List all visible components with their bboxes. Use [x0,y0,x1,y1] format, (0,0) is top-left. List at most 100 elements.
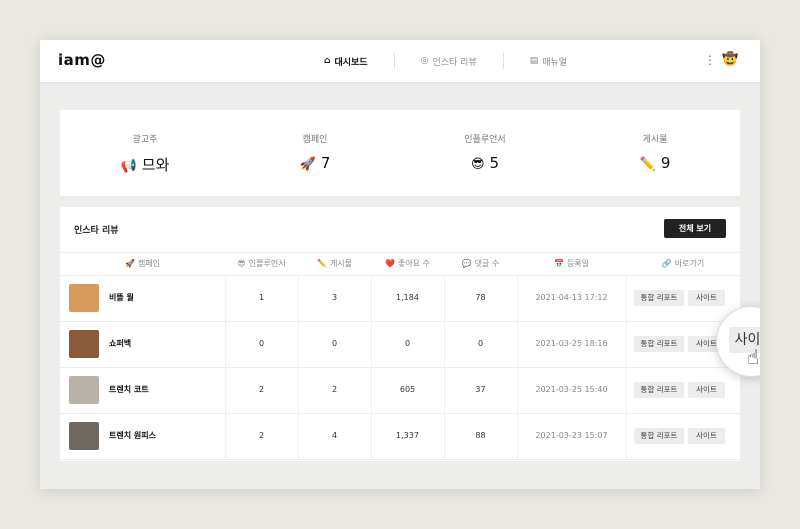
summary-card: 광고주 📢 므와 캠페인 🚀 7 인플루언서 😎 5 게시물 ✏️ 9 [60,110,740,196]
product-thumbnail[interactable] [69,376,99,404]
stat-value: 😎 5 [400,154,570,172]
calendar-icon: 📅 [553,259,564,268]
cell-comments: 88 [475,431,486,440]
cell-comments: 0 [477,339,484,348]
rocket-icon: 🚀 [124,259,135,268]
site-button[interactable]: 사이트 [688,428,725,444]
stat-number: 5 [489,154,500,172]
header-label: 게시물 [329,259,353,268]
view-all-button[interactable]: 전체 보기 [664,219,726,238]
stat-label: 게시물 [642,135,668,145]
hand-pointer-icon: ☝ [747,345,760,369]
top-bar: iam@ ⌂ 대시보드 ◎ 인스타 리뷰 ▤ 매뉴얼 ⋮ 🤠 [40,40,760,83]
table-row: 비뜰 뭘 1 3 1,184 78 2021-04-13 17:12 통합 리포트 사이트 [60,275,740,322]
stat-value: 🚀 7 [230,154,400,172]
home-icon: ⌂ [324,56,331,66]
sunglasses-icon: 😎 [237,259,246,268]
cell-likes: 0 [404,339,411,348]
header-label: 좋아요 수 [397,259,430,268]
link-icon: 🔗 [661,259,672,268]
logo[interactable]: iam@ [58,51,106,69]
nav-insta-review-label: 인스타 리뷰 [432,57,477,68]
cell-date: 2021-03-25 18:16 [535,339,608,348]
sunglasses-icon: 😎 [470,157,485,172]
report-button[interactable]: 통합 리포트 [634,336,684,352]
header-label: 캠페인 [137,259,161,268]
header-comments: 💬 댓글 수 [444,253,517,275]
main-nav: ⌂ 대시보드 ◎ 인스타 리뷰 ▤ 매뉴얼 [298,40,593,82]
stat-number: 9 [660,154,671,172]
pencil-icon: ✏️ [316,259,327,268]
heart-icon: ❤️ [385,259,395,268]
stat-influencer: 인플루언서 😎 5 [400,110,570,172]
table-header: 🚀 캠페인 😎 인플루언서 ✏️ 게시물 ❤️ 좋아요 수 💬 댓글 수 📅 등록일 🔗 바로… [60,252,740,276]
header-likes: ❤️ 좋아요 수 [371,253,444,275]
stat-advertiser: 광고주 📢 므와 [60,110,230,175]
stat-value: 📢 므와 [60,154,230,175]
cell-influencers: 2 [258,385,265,394]
stat-value: ✏️ 9 [570,154,740,172]
instagram-icon: ◎ [420,56,429,66]
pencil-icon: ✏️ [639,157,656,172]
cell-posts: 4 [331,431,338,440]
cell-posts: 0 [331,339,338,348]
header-date: 📅 등록일 [517,253,626,275]
product-thumbnail[interactable] [69,284,99,312]
column-divider [626,321,627,367]
header-label: 등록일 [566,259,590,268]
cell-date: 2021-03-23 15:07 [535,431,608,440]
campaign-name[interactable]: 쇼퍼백 [109,321,131,367]
product-thumbnail[interactable] [69,330,99,358]
stat-campaign: 캠페인 🚀 7 [230,110,400,172]
table-row: 트렌치 원피스 2 4 1,337 88 2021-03-23 15:07 통합 리포트 사이… [60,413,740,460]
report-button[interactable]: 통합 리포트 [634,382,684,398]
app-window: iam@ ⌂ 대시보드 ◎ 인스타 리뷰 ▤ 매뉴얼 ⋮ 🤠 광고주 📢 므와 [40,40,760,489]
stat-label: 인플루언서 [464,135,506,145]
header-label: 인플루언서 [248,259,286,268]
column-divider [626,275,627,321]
cell-influencers: 2 [258,431,265,440]
site-button[interactable]: 사이트 [688,290,725,306]
insta-review-card: 인스타 리뷰 전체 보기 🚀 캠페인 😎 인플루언서 ✏️ 게시물 ❤️ 좋아요 수 💬… [60,207,740,461]
more-vertical-icon[interactable]: ⋮ [704,53,716,67]
avatar[interactable]: 🤠 [722,52,738,68]
stat-label: 캠페인 [302,135,328,145]
header-posts: ✏️ 게시물 [298,253,371,275]
campaign-name[interactable]: 트렌치 원피스 [109,413,156,459]
cell-influencers: 1 [258,293,265,302]
stat-label: 광고주 [132,135,158,145]
product-thumbnail[interactable] [69,422,99,450]
cell-influencers: 0 [258,339,265,348]
header-label: 바로가기 [674,259,705,268]
section-title: 인스타 리뷰 [74,226,119,236]
nav-manual[interactable]: ▤ 매뉴얼 [504,40,593,82]
campaign-name[interactable]: 트렌치 코트 [109,367,149,413]
cell-posts: 2 [331,385,338,394]
report-button[interactable]: 통합 리포트 [634,428,684,444]
nav-dashboard-label: 대시보드 [334,57,368,68]
megaphone-icon: 📢 [120,159,137,174]
cell-likes: 1,184 [396,293,419,302]
comment-icon: 💬 [461,259,472,268]
cell-comments: 78 [475,293,486,302]
column-divider [626,413,627,459]
header-label: 댓글 수 [474,259,500,268]
stat-posts: 게시물 ✏️ 9 [570,110,740,172]
cell-date: 2021-04-13 17:12 [535,293,608,302]
nav-dashboard[interactable]: ⌂ 대시보드 [298,40,394,82]
campaign-name[interactable]: 비뜰 뭘 [109,275,134,321]
header-shortcut: 🔗 바로가기 [626,253,740,275]
cell-posts: 3 [331,293,338,302]
nav-manual-label: 매뉴얼 [542,57,568,68]
rocket-icon: 🚀 [299,157,316,172]
table-row: 트렌치 코트 2 2 605 37 2021-03-25 15:40 통합 리포트 사이트 [60,367,740,414]
cell-likes: 605 [399,385,416,394]
document-icon: ▤ [529,56,539,66]
cell-date: 2021-03-25 15:40 [535,385,608,394]
site-button[interactable]: 사이트 [688,382,725,398]
cell-comments: 37 [475,385,486,394]
header-campaign: 🚀 캠페인 [60,253,225,275]
header-influencer: 😎 인플루언서 [225,253,298,275]
nav-insta-review[interactable]: ◎ 인스타 리뷰 [395,40,503,82]
report-button[interactable]: 통합 리포트 [634,290,684,306]
